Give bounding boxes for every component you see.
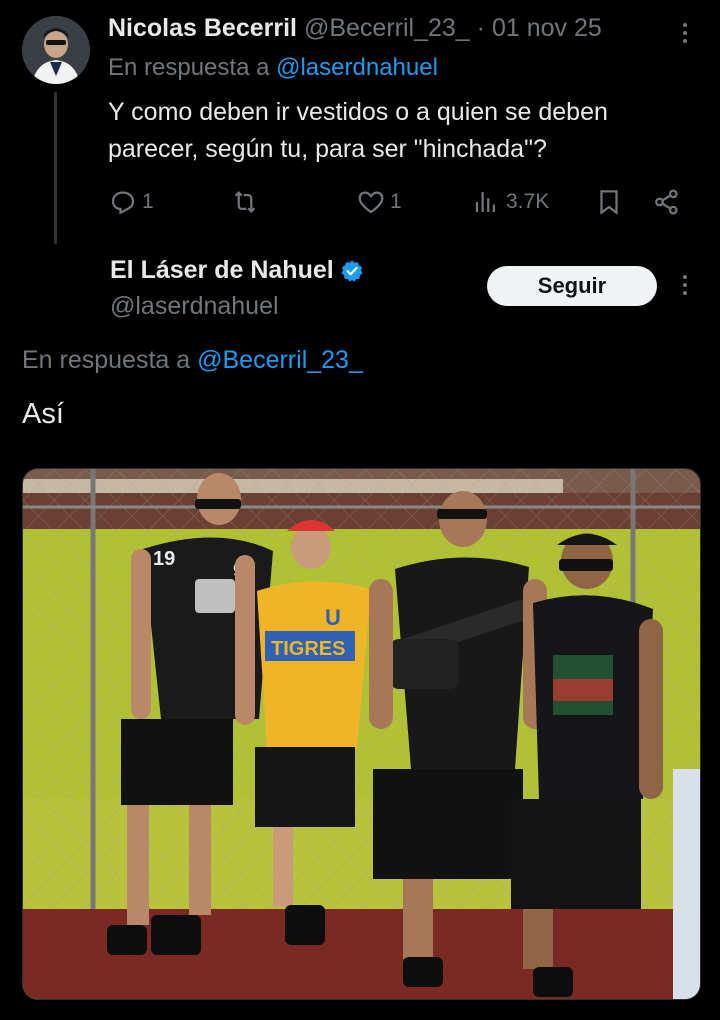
group-photo: 19 98 TIGRES U	[23, 469, 700, 999]
reply-button[interactable]: 1	[108, 184, 154, 220]
views-button[interactable]: 3.7K	[472, 184, 549, 220]
reply-tweet[interactable]: Nicolas Becerril @Becerril_23_ · 01 nov …	[0, 0, 720, 248]
repost-icon	[234, 191, 256, 213]
reply-context: En respuesta a @Becerril_23_	[22, 346, 363, 375]
reply-prefix: En respuesta a	[108, 54, 270, 81]
like-count: 1	[390, 190, 402, 213]
reply-mention-link[interactable]: @Becerril_23_	[197, 346, 363, 374]
follow-button[interactable]: Seguir	[487, 266, 657, 306]
author-name-row: El Láser de Nahuel	[110, 256, 364, 285]
author-handle[interactable]: @Becerril_23_	[304, 14, 470, 42]
author-name[interactable]: El Láser de Nahuel	[110, 256, 334, 285]
like-button[interactable]: 1	[356, 184, 402, 220]
reply-icon	[111, 191, 135, 215]
tweet-actions: 1 1 3.7K	[108, 184, 688, 220]
main-tweet[interactable]: El Láser de Nahuel @laserdnahuel Seguir …	[0, 248, 720, 1020]
avatar[interactable]	[22, 16, 90, 84]
jersey-crest: U	[325, 605, 341, 630]
reply-prefix: En respuesta a	[22, 346, 191, 374]
more-options-icon[interactable]	[670, 270, 700, 300]
heart-icon	[358, 191, 384, 214]
jersey-text: TIGRES	[271, 638, 345, 660]
share-icon	[655, 189, 678, 215]
tweet-date[interactable]: 01 nov 25	[492, 14, 602, 42]
author-name[interactable]: Nicolas Becerril	[108, 14, 297, 42]
repost-button[interactable]	[230, 184, 260, 220]
bookmark-icon	[600, 190, 618, 215]
tweet-photo[interactable]: 19 98 TIGRES U	[22, 468, 701, 1000]
tweet-text: Y como deben ir vestidos o a quien se de…	[108, 98, 608, 163]
view-count: 3.7K	[506, 190, 550, 213]
more-options-icon[interactable]	[670, 18, 700, 48]
shirt-number-left: 19	[153, 548, 175, 570]
avatar-image	[22, 16, 90, 84]
verified-badge-icon	[341, 260, 363, 282]
tweet-header: Nicolas Becerril @Becerril_23_ · 01 nov …	[108, 14, 602, 43]
bookmark-button[interactable]	[594, 184, 624, 220]
views-icon	[475, 192, 495, 212]
separator: ·	[476, 14, 485, 42]
author-handle[interactable]: @laserdnahuel	[110, 292, 279, 321]
reply-mention-link[interactable]: @laserdnahuel	[276, 54, 438, 81]
reply-context: En respuesta a @laserdnahuel	[108, 54, 438, 82]
reply-count: 1	[142, 190, 154, 213]
tweet-text: Así	[22, 398, 64, 430]
share-button[interactable]	[652, 184, 682, 220]
